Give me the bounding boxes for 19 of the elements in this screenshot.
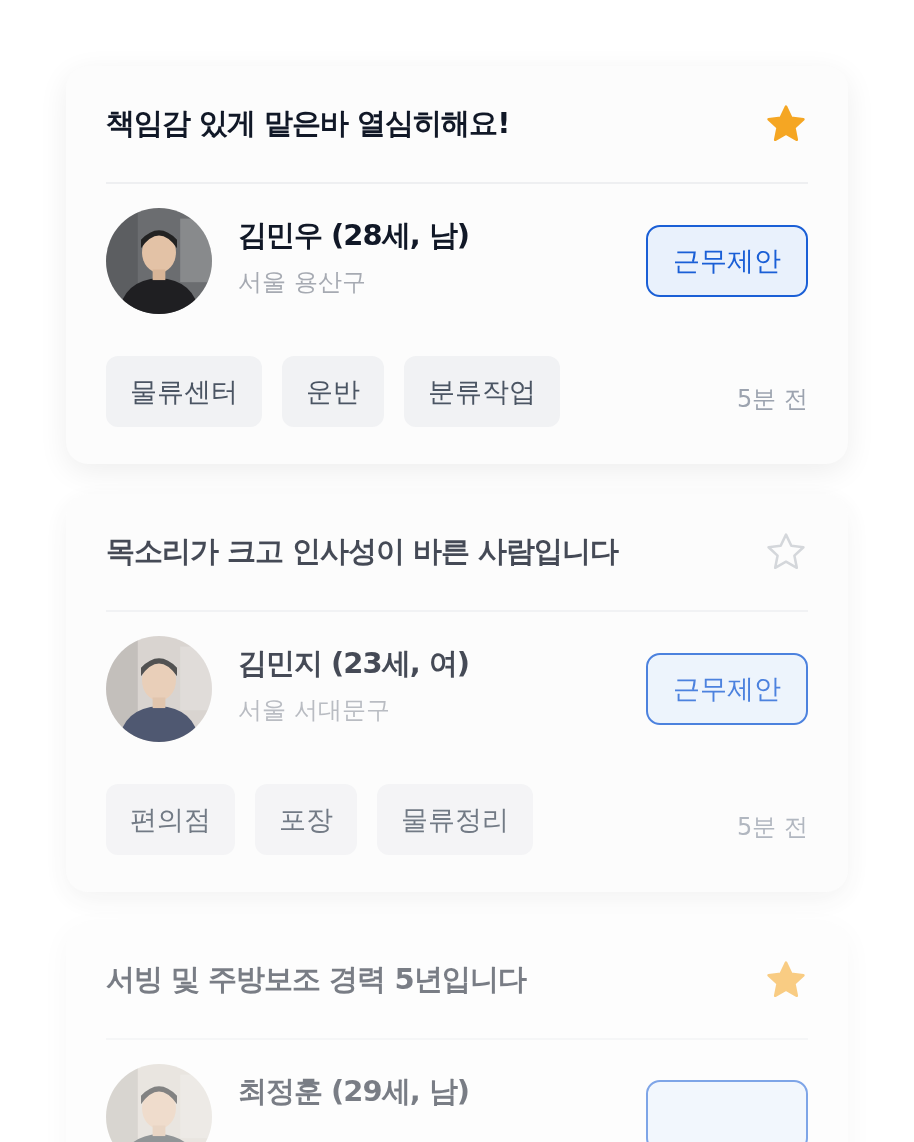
person-name: 최정훈 (29세, 남) — [238, 1073, 471, 1110]
offer-button[interactable] — [646, 1080, 808, 1142]
card-title: 서빙 및 주방보조 경력 5년입니다 — [106, 961, 526, 998]
time-text: 5분 전 — [737, 812, 808, 843]
card-title: 목소리가 크고 인사성이 바른 사람입니다 — [106, 533, 619, 570]
tag: 포장 — [255, 784, 357, 855]
location-text: 서울 서대문구 — [238, 695, 391, 726]
card-title: 책임감 있게 맡은바 열심히해요! — [106, 105, 510, 142]
tag: 편의점 — [106, 784, 235, 855]
offer-button[interactable]: 근무제안 — [646, 225, 808, 297]
tag: 운반 — [282, 356, 384, 427]
tag: 분류작업 — [404, 356, 560, 427]
person-name: 김민지 (23세, 여) — [238, 645, 471, 682]
tag: 물류센터 — [106, 356, 262, 427]
tag: 물류정리 — [377, 784, 533, 855]
time-text: 5분 전 — [737, 384, 808, 415]
location-text: 서울 용산구 — [238, 267, 367, 298]
offer-button[interactable]: 근무제안 — [646, 653, 808, 725]
person-name: 김민우 (28세, 남) — [238, 217, 471, 254]
